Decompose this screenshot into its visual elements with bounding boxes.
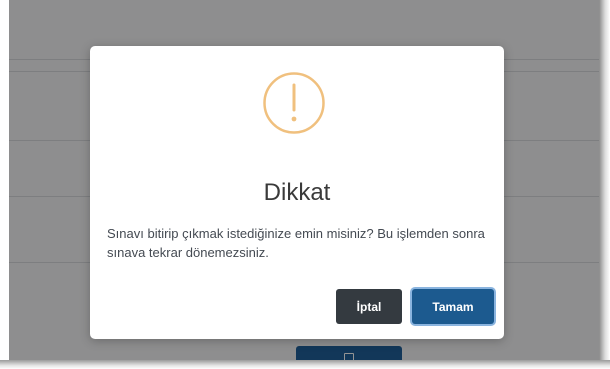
dialog-title: Dikkat (263, 179, 331, 206)
warning-icon (263, 72, 325, 134)
cancel-button[interactable]: İptal (336, 289, 402, 324)
confirm-dialog: Dikkat Sınavı bitirip çıkmak istediğiniz… (90, 46, 504, 339)
ok-button[interactable]: Tamam (412, 289, 494, 324)
app-screen: Dikkat Sınavı bitirip çıkmak istediğiniz… (9, 0, 599, 360)
frame-shadow (599, 0, 610, 369)
dialog-message: Sınavı bitirip çıkmak istediğinize emin … (107, 226, 485, 260)
frame-shadow (0, 360, 610, 369)
